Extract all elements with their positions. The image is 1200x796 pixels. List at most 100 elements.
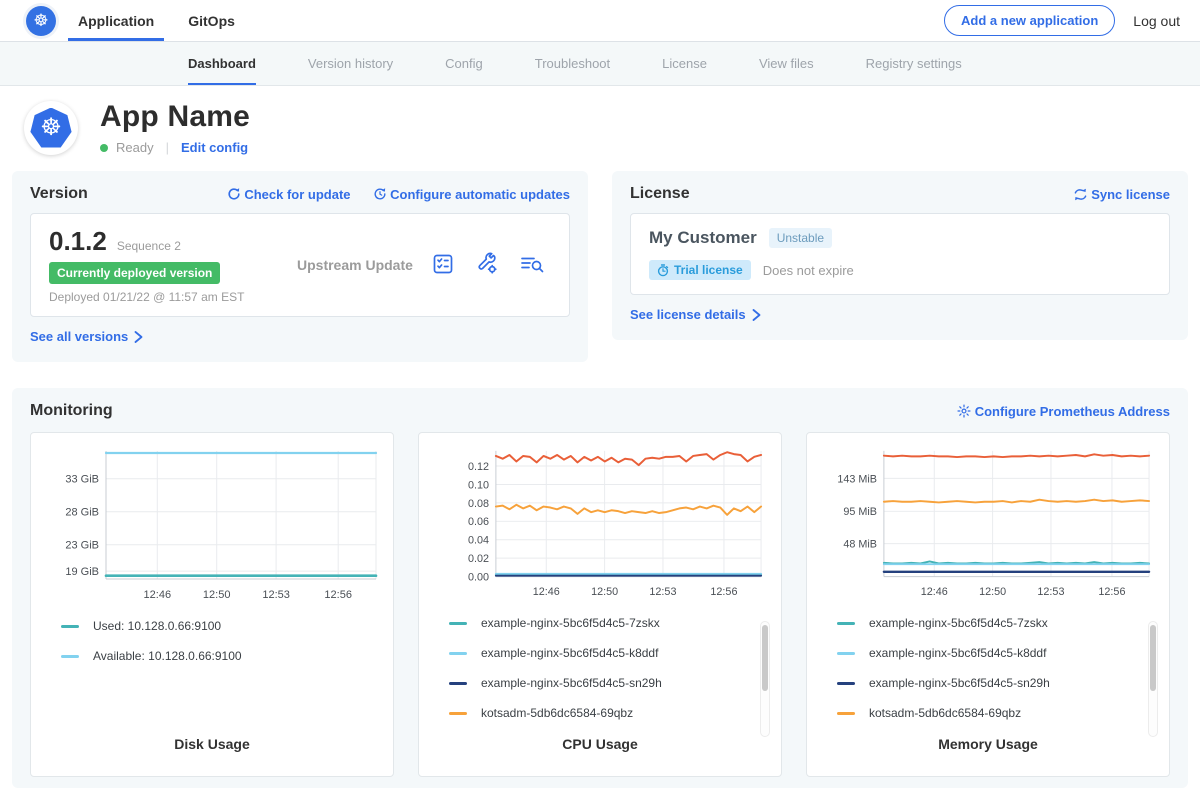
- scrollbar-thumb[interactable]: [762, 625, 768, 691]
- svg-text:12:50: 12:50: [979, 586, 1006, 598]
- chart-title-memory: Memory Usage: [807, 736, 1169, 752]
- legend-label: Used: 10.128.0.66:9100: [93, 619, 221, 633]
- legend-swatch: [449, 652, 467, 655]
- legend-item: kotsadm-5db6dc6584-69qbz: [449, 706, 751, 720]
- svg-text:12:56: 12:56: [1098, 586, 1125, 598]
- license-card: License Sync license My Customer Unstabl…: [612, 171, 1188, 340]
- version-card: Version Check for update Configure autom…: [12, 171, 588, 362]
- svg-text:12:50: 12:50: [203, 589, 231, 601]
- topnav-tab-application[interactable]: Application: [78, 0, 154, 41]
- svg-text:0.04: 0.04: [468, 535, 489, 547]
- app-header: ☸ App Name Ready | Edit config: [0, 86, 1200, 171]
- subnav-tab-config[interactable]: Config: [445, 42, 483, 85]
- configure-automatic-updates-link[interactable]: Configure automatic updates: [373, 187, 570, 202]
- legend-label: kotsadm-5db6dc6584-69qbz: [481, 706, 633, 720]
- legend-label: kotsadm-5db6dc6584-69qbz: [869, 706, 1021, 720]
- license-expiration: Does not expire: [763, 263, 854, 278]
- svg-text:48 MiB: 48 MiB: [843, 539, 877, 551]
- wrench-gear-icon: [475, 252, 499, 276]
- legend-swatch: [837, 712, 855, 715]
- configure-prometheus-link[interactable]: Configure Prometheus Address: [957, 404, 1170, 419]
- clock-refresh-icon: [373, 187, 387, 201]
- version-card-title: Version: [30, 185, 88, 203]
- chart-panel-cpu-usage: 12:4612:5012:5312:560.120.100.080.060.04…: [418, 432, 782, 777]
- license-detail-panel: My Customer Unstable Trial license Does …: [630, 213, 1170, 295]
- legend-swatch: [837, 652, 855, 655]
- svg-text:19 GiB: 19 GiB: [65, 566, 99, 578]
- status-text: Ready: [116, 140, 154, 155]
- legend-label: example-nginx-5bc6f5d4c5-k8ddf: [481, 646, 658, 660]
- subnav-tab-registry-settings[interactable]: Registry settings: [866, 42, 962, 85]
- legend-item: example-nginx-5bc6f5d4c5-sn29h: [837, 676, 1139, 690]
- legend-swatch: [449, 682, 467, 685]
- app-title: App Name: [100, 100, 250, 134]
- current-version-panel: 0.1.2 Sequence 2 Currently deployed vers…: [30, 213, 570, 317]
- refresh-icon: [227, 187, 241, 201]
- chevron-right-icon: [134, 331, 143, 343]
- trial-license-badge: Trial license: [649, 260, 751, 280]
- legend-label: example-nginx-5bc6f5d4c5-sn29h: [869, 676, 1050, 690]
- version-number: 0.1.2: [49, 226, 107, 257]
- disk-usage-legend: Used: 10.128.0.66:9100 Available: 10.128.…: [31, 611, 393, 679]
- deployed-timestamp: Deployed 01/21/22 @ 11:57 am EST: [49, 290, 279, 304]
- legend-item: example-nginx-5bc6f5d4c5-7zskx: [449, 616, 751, 630]
- svg-text:12:50: 12:50: [591, 586, 618, 598]
- sync-arrows-icon: [1073, 188, 1088, 201]
- svg-text:143 MiB: 143 MiB: [837, 473, 877, 485]
- upstream-update-label: Upstream Update: [279, 257, 431, 273]
- see-license-details-link[interactable]: See license details: [630, 307, 761, 322]
- svg-text:23 GiB: 23 GiB: [65, 540, 99, 552]
- edit-config-link[interactable]: Edit config: [181, 140, 248, 155]
- edit-config-button[interactable]: [475, 252, 499, 279]
- legend-label: Available: 10.128.0.66:9100: [93, 649, 242, 663]
- see-license-details-label: See license details: [630, 307, 746, 322]
- svg-text:95 MiB: 95 MiB: [843, 506, 877, 518]
- chart-panel-disk-usage: 12:4612:5012:5312:5633 GiB28 GiB23 GiB19…: [30, 432, 394, 777]
- sync-license-link[interactable]: Sync license: [1073, 187, 1170, 202]
- check-for-update-link[interactable]: Check for update: [227, 187, 351, 202]
- currently-deployed-badge: Currently deployed version: [49, 262, 220, 284]
- svg-text:12:46: 12:46: [144, 589, 172, 601]
- subnav-tab-version-history[interactable]: Version history: [308, 42, 393, 85]
- see-all-versions-label: See all versions: [30, 329, 128, 344]
- add-application-button[interactable]: Add a new application: [944, 5, 1115, 36]
- topnav-tab-gitops[interactable]: GitOps: [188, 0, 235, 41]
- divider: |: [166, 140, 169, 155]
- channel-badge: Unstable: [769, 228, 832, 248]
- legend-swatch: [449, 712, 467, 715]
- disk-usage-chart: 12:4612:5012:5312:5633 GiB28 GiB23 GiB19…: [42, 443, 382, 611]
- legend-swatch: [61, 655, 79, 658]
- customer-name: My Customer: [649, 228, 757, 248]
- checklist-icon: [431, 252, 455, 276]
- monitoring-card: Monitoring Configure Prometheus Address …: [12, 388, 1188, 788]
- cpu-usage-chart: 12:4612:5012:5312:560.120.100.080.060.04…: [430, 443, 770, 608]
- subnav-tab-view-files[interactable]: View files: [759, 42, 814, 85]
- subnav-tab-troubleshoot[interactable]: Troubleshoot: [535, 42, 610, 85]
- chart-panel-memory-usage: 12:4612:5012:5312:56143 MiB95 MiB48 MiB …: [806, 432, 1170, 777]
- deploy-logs-button[interactable]: [519, 252, 545, 279]
- preflight-checks-button[interactable]: [431, 252, 455, 279]
- scrollbar-thumb[interactable]: [1150, 625, 1156, 691]
- legend-swatch: [449, 622, 467, 625]
- chevron-right-icon: [752, 309, 761, 321]
- app-logo: ☸: [24, 101, 78, 155]
- subnav-tab-dashboard[interactable]: Dashboard: [188, 42, 256, 85]
- legend-scrollbar[interactable]: [760, 621, 770, 737]
- stopwatch-icon: [657, 264, 669, 277]
- see-all-versions-link[interactable]: See all versions: [30, 329, 143, 344]
- logout-button[interactable]: Log out: [1133, 13, 1180, 29]
- file-search-icon: [519, 252, 545, 276]
- subnav-tab-license[interactable]: License: [662, 42, 707, 85]
- top-navbar: ☸ ApplicationGitOps Add a new applicatio…: [0, 0, 1200, 42]
- svg-text:0.02: 0.02: [468, 553, 489, 565]
- configure-automatic-updates-label: Configure automatic updates: [390, 187, 570, 202]
- legend-label: example-nginx-5bc6f5d4c5-sn29h: [481, 676, 662, 690]
- topnav-tabs: Application GitOps: [78, 0, 235, 41]
- trial-license-label: Trial license: [674, 263, 743, 277]
- legend-scrollbar[interactable]: [1148, 621, 1158, 737]
- license-card-title: License: [630, 185, 690, 203]
- svg-text:12:53: 12:53: [262, 589, 290, 601]
- svg-text:12:46: 12:46: [921, 586, 948, 598]
- svg-text:0.10: 0.10: [468, 479, 489, 491]
- legend-item: example-nginx-5bc6f5d4c5-7zskx: [837, 616, 1139, 630]
